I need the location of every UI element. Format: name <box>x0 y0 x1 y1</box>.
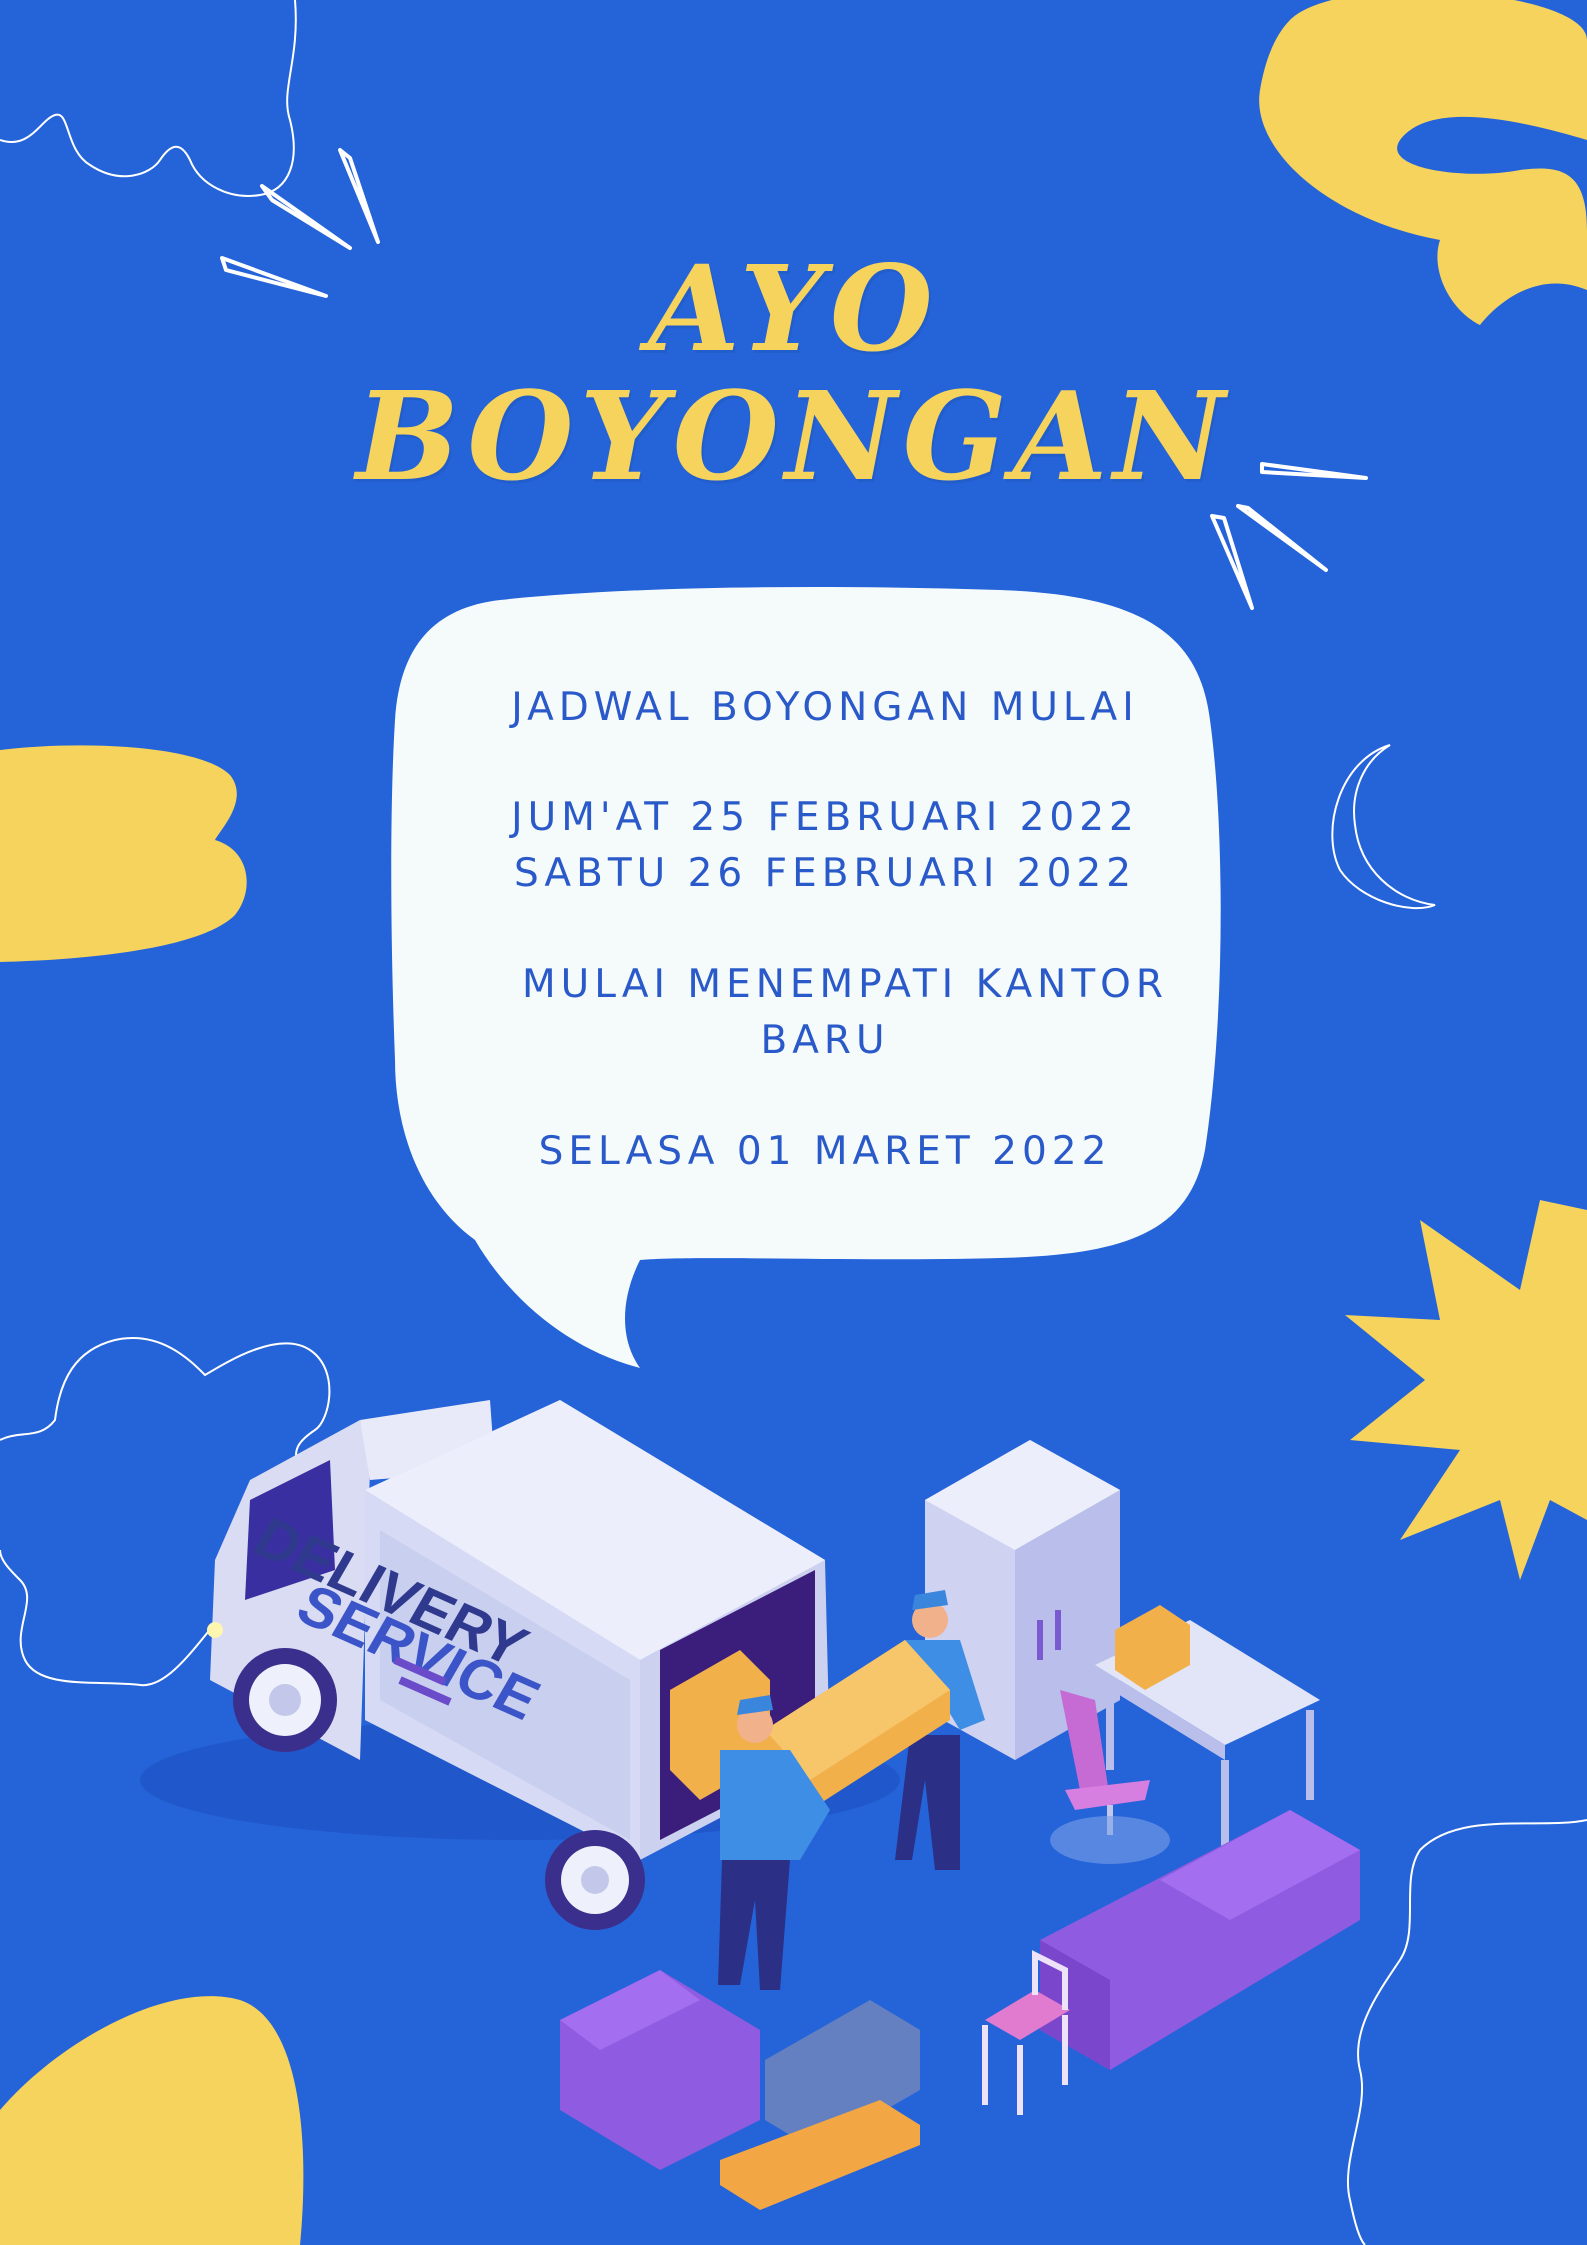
moving-illustration: DELIVERY SERVICE <box>140 1400 1360 2210</box>
armchair <box>560 1970 760 2170</box>
